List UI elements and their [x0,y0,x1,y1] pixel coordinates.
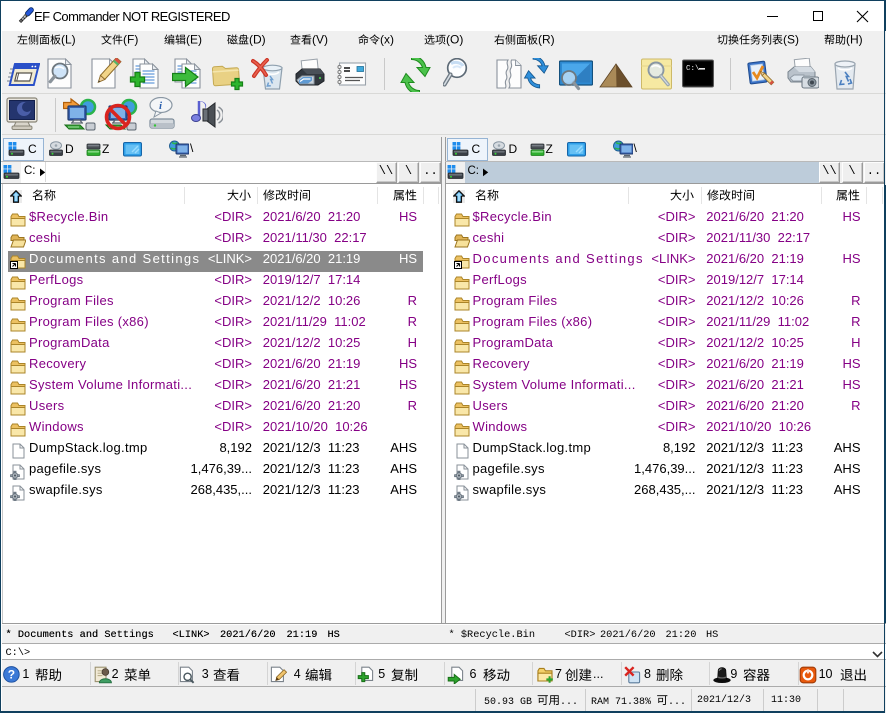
svg-text:(F): (F) [123,34,138,47]
svg-text:50.93 GB: 50.93 GB [484,697,532,708]
svg-text:C:\: C:\ [686,65,700,73]
svg-text:...: ... [560,697,578,708]
svg-text:(E): (E) [186,34,202,47]
svg-text:(S): (S) [783,34,799,47]
svg-text:(L): (L) [61,34,76,47]
svg-text:(D): (D) [249,34,266,47]
svg-text:?: ? [8,667,15,681]
svg-text:RAM 71.38%: RAM 71.38% [591,697,651,708]
svg-text:(x): (x) [380,34,394,47]
svg-text:...: ... [668,697,686,708]
svg-text:(O): (O) [446,34,463,47]
svg-text:(R): (R) [538,34,555,47]
svg-text:(H): (H) [846,34,863,47]
svg-text:(V): (V) [312,34,328,47]
